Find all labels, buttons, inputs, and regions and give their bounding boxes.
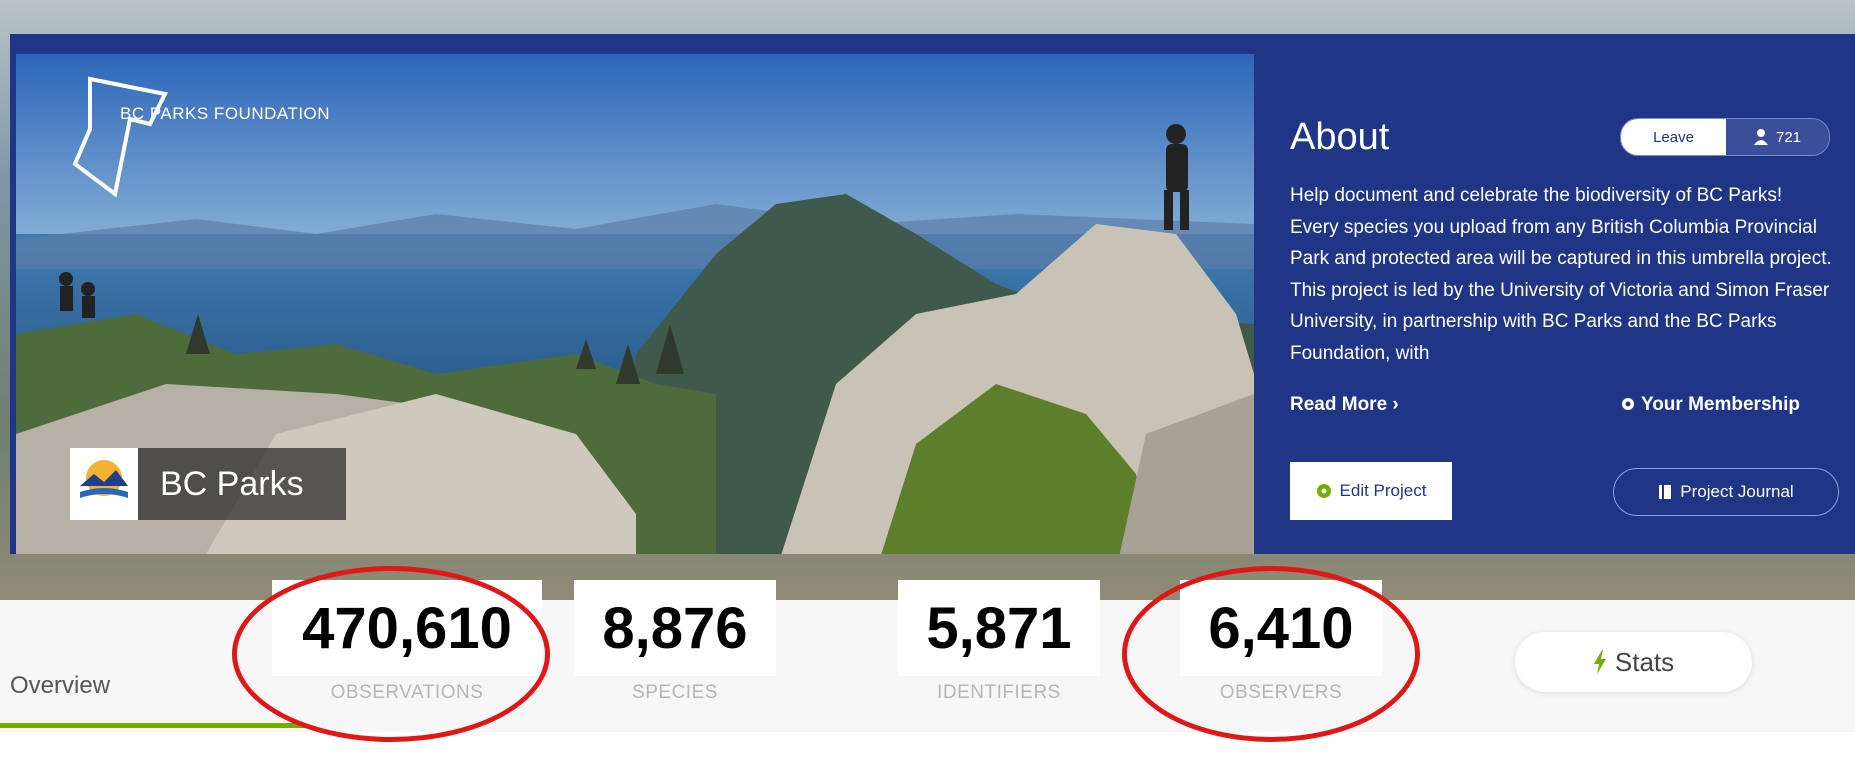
- about-description: Help document and celebrate the biodiver…: [1290, 185, 1832, 364]
- edit-project-label: Edit Project: [1339, 481, 1427, 500]
- tab-overview[interactable]: Overview: [10, 672, 110, 700]
- project-header: BC PARKS FOUNDATION BC Parks About Leave…: [10, 34, 1855, 554]
- stats-button[interactable]: Stats: [1515, 632, 1752, 692]
- member-count[interactable]: 721: [1726, 119, 1829, 155]
- stats-button-label: Stats: [1614, 646, 1675, 677]
- project-journal-button[interactable]: Project Journal: [1613, 468, 1839, 516]
- observers-label[interactable]: OBSERVERS: [1180, 682, 1382, 704]
- identifiers-count[interactable]: 5,871: [898, 580, 1100, 676]
- membership-control: Leave 721: [1620, 118, 1830, 156]
- read-more-link[interactable]: Read More ›: [1290, 394, 1399, 416]
- project-journal-label: Project Journal: [1680, 482, 1794, 501]
- observations-label[interactable]: OBSERVATIONS: [272, 682, 542, 704]
- observers-count[interactable]: 6,410: [1180, 580, 1382, 676]
- your-membership-link[interactable]: Your Membership: [1620, 394, 1800, 416]
- gear-icon: [1622, 398, 1634, 410]
- member-count-value: 721: [1775, 128, 1802, 146]
- species-count[interactable]: 8,876: [574, 580, 776, 676]
- project-name: BC Parks: [160, 464, 304, 503]
- edit-project-button[interactable]: Edit Project: [1290, 462, 1452, 520]
- active-tab-indicator: [0, 723, 305, 728]
- bc-parks-logo-mark: [80, 460, 128, 498]
- content-area: [0, 732, 1855, 773]
- edit-icon: [1316, 484, 1331, 498]
- person-icon: [1753, 129, 1768, 145]
- foundation-logo-mark: [72, 76, 168, 198]
- identifiers-label[interactable]: IDENTIFIERS: [898, 682, 1100, 704]
- species-label[interactable]: SPECIES: [574, 682, 776, 704]
- bc-parks-logo: [70, 448, 138, 520]
- foundation-logo-text: BC PARKS FOUNDATION: [120, 104, 331, 123]
- lightning-icon: [1593, 650, 1606, 674]
- leave-button[interactable]: Leave: [1621, 119, 1726, 155]
- about-panel: About Leave 721 Help document and celebr…: [1285, 64, 1845, 554]
- journal-icon: [1659, 485, 1672, 499]
- project-title-badge: BC Parks: [70, 448, 346, 520]
- your-membership-label: Your Membership: [1640, 394, 1800, 415]
- observations-count[interactable]: 470,610: [272, 580, 542, 676]
- about-title: About: [1290, 116, 1390, 158]
